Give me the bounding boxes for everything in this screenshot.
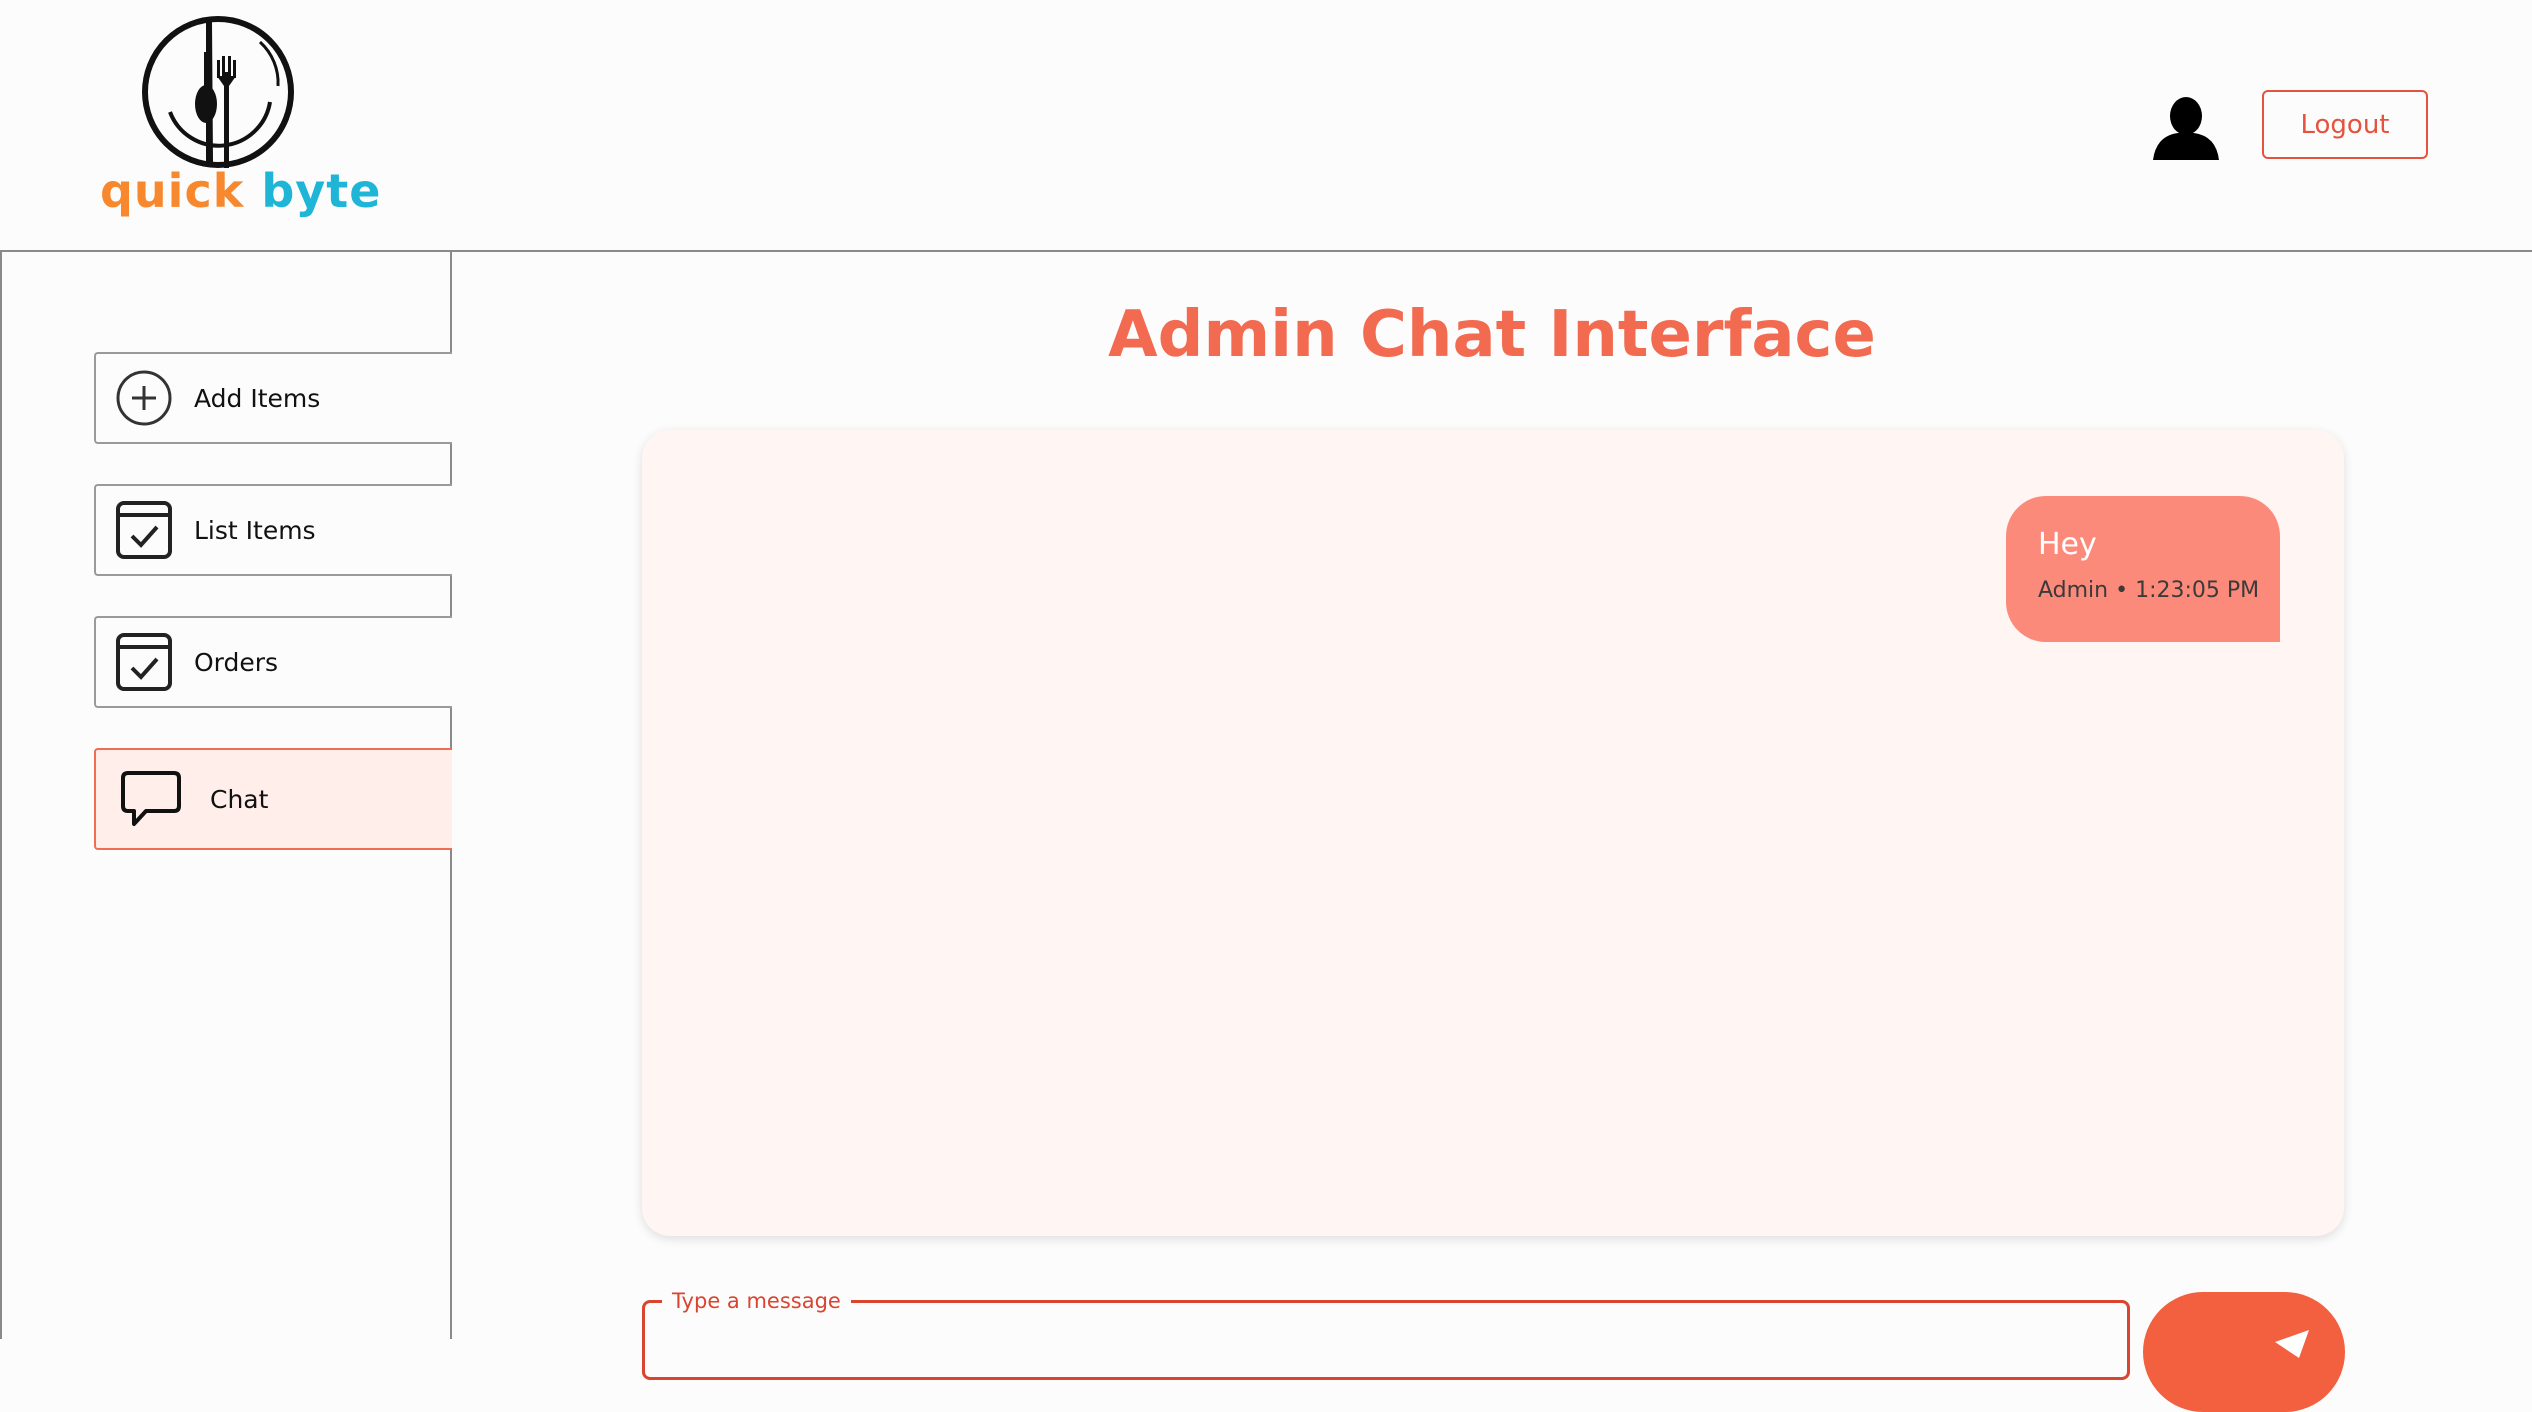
message-input-label: Type a message [662, 1288, 851, 1314]
logo-wordmark: quick byte [100, 168, 380, 214]
quick-byte-logo[interactable]: quick byte [100, 12, 380, 240]
message-input-field[interactable] [642, 1300, 2130, 1380]
logo-word-byte: byte [261, 164, 382, 218]
sidebar-item-label: List Items [194, 515, 316, 545]
sidebar-item-orders[interactable]: Orders [94, 616, 452, 708]
admin-sidebar: Add Items List Items Orders Chat [0, 252, 452, 1339]
logout-button[interactable]: Logout [2262, 90, 2428, 159]
sidebar-item-label: Chat [210, 784, 269, 814]
top-header: quick byte Logout [0, 0, 2532, 250]
page-title: Admin Chat Interface [1108, 298, 1876, 372]
chat-bubble-icon [120, 768, 182, 830]
calendar-check-icon [114, 632, 174, 692]
chat-messages-panel[interactable]: Hey Admin • 1:23:05 PM [642, 430, 2344, 1236]
send-button[interactable] [2143, 1292, 2345, 1412]
logo-word-quick: quick [100, 164, 245, 218]
sidebar-item-label: Orders [194, 647, 279, 677]
chat-message-text: Hey [2038, 527, 2097, 562]
plate-cutlery-icon [142, 16, 294, 168]
sidebar-item-label: Add Items [194, 383, 321, 413]
user-silhouette-icon[interactable] [2150, 96, 2222, 162]
chat-message-bubble: Hey Admin • 1:23:05 PM [2006, 496, 2280, 642]
sidebar-item-list-items[interactable]: List Items [94, 484, 452, 576]
sidebar-item-add-items[interactable]: Add Items [94, 352, 452, 444]
calendar-check-icon [114, 500, 174, 560]
chat-message-meta: Admin • 1:23:05 PM [2038, 578, 2260, 603]
send-arrow-icon [2273, 1328, 2313, 1362]
sidebar-item-chat[interactable]: Chat [94, 748, 452, 850]
plus-circle-icon [114, 368, 174, 428]
